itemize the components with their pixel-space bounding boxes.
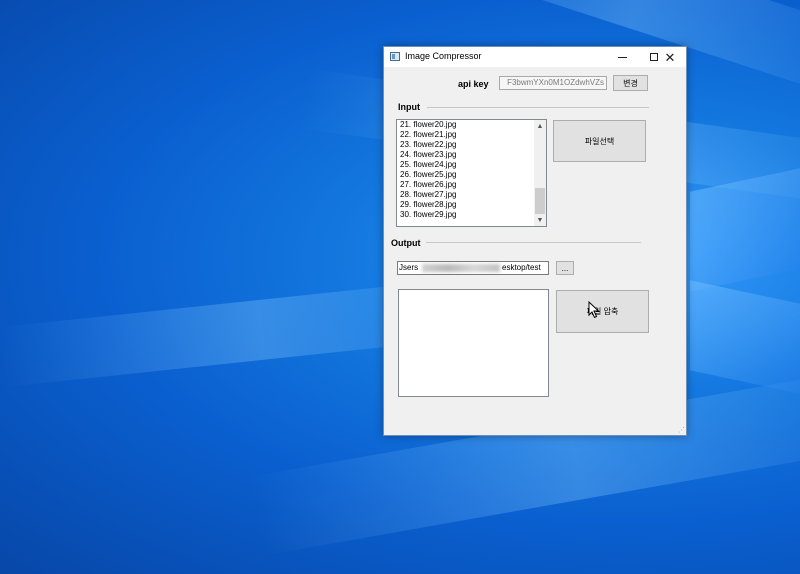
mouse-cursor-icon [588, 301, 600, 319]
select-files-button[interactable]: 파일선택 [553, 120, 646, 162]
output-log-box[interactable] [398, 289, 549, 397]
windows-logo-pane [690, 280, 800, 394]
scroll-up-icon[interactable]: ▲ [534, 120, 546, 132]
file-list-item[interactable]: 28. flower27.jpg [397, 190, 456, 200]
close-icon: ✕ [664, 49, 676, 65]
browse-output-button[interactable]: ... [556, 261, 574, 275]
app-window: Image Compressor ✕ api key F3bwmYXn0M1OZ… [383, 46, 687, 436]
file-list-item[interactable]: 21. flower20.jpg [397, 120, 456, 130]
window-title: Image Compressor [405, 51, 482, 61]
change-api-key-button[interactable]: 변경 [613, 75, 648, 91]
file-list-item[interactable]: 25. flower24.jpg [397, 160, 456, 170]
close-button[interactable]: ✕ [654, 47, 686, 67]
minimize-icon [617, 56, 627, 58]
input-file-list[interactable]: 21. flower20.jpg 22. flower21.jpg 23. flow… [396, 119, 547, 227]
minimize-button[interactable] [606, 47, 638, 67]
file-list-item[interactable]: 24. flower23.jpg [397, 150, 456, 160]
file-list-item[interactable]: 29. flower28.jpg [397, 200, 456, 210]
resize-grip-icon[interactable]: ⋰ [678, 426, 685, 434]
file-list-items: 21. flower20.jpg 22. flower21.jpg 23. flow… [397, 120, 456, 220]
api-key-field[interactable]: F3bwmYXn0M1OZdwhVZs [499, 76, 607, 90]
scroll-thumb[interactable] [535, 188, 545, 214]
api-key-label: api key [458, 79, 489, 89]
output-group-label: Output [391, 238, 425, 248]
file-list-item[interactable]: 27. flower26.jpg [397, 180, 456, 190]
windows-logo-pane [690, 168, 800, 292]
output-group-divider [426, 242, 641, 243]
file-list-item[interactable]: 22. flower21.jpg [397, 130, 456, 140]
output-path-suffix: esktop/test [502, 263, 541, 272]
scroll-down-icon[interactable]: ▼ [534, 214, 546, 226]
file-list-scrollbar[interactable]: ▲ ▼ [534, 120, 546, 226]
title-bar[interactable]: Image Compressor ✕ [384, 47, 686, 67]
file-list-item[interactable]: 23. flower22.jpg [397, 140, 456, 150]
redacted-username [422, 264, 500, 272]
output-path-field[interactable]: Jsers esktop/test [397, 261, 549, 275]
input-group-label: Input [398, 102, 424, 112]
compress-files-button[interactable]: 파일 압축 [556, 290, 649, 333]
app-icon [390, 52, 400, 61]
output-path-prefix: Jsers [399, 263, 419, 272]
file-list-item[interactable]: 30. flower29.jpg [397, 210, 456, 220]
input-group-divider [427, 107, 649, 108]
file-list-item[interactable]: 26. flower25.jpg [397, 170, 456, 180]
